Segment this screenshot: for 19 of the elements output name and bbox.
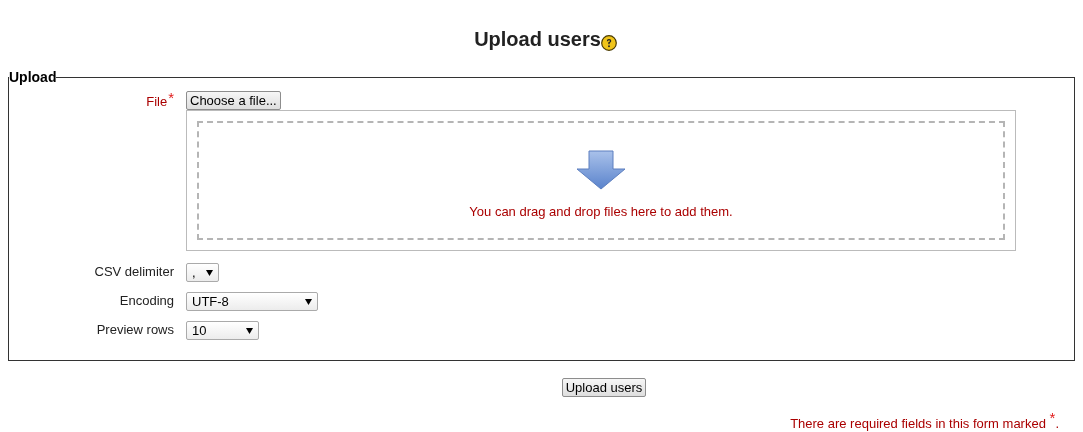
caret-icon (246, 327, 253, 334)
upload-users-button[interactable]: Upload users (561, 378, 647, 397)
field-label: Encoding (119, 293, 174, 308)
caret-icon (305, 298, 312, 305)
field-label: Preview rows (96, 322, 174, 337)
download-arrow-icon (576, 150, 626, 190)
page-title: Upload users (474, 28, 601, 51)
caret-icon (206, 269, 213, 276)
select-dropdown[interactable]: UTF-8 (186, 292, 318, 311)
fieldset-legend: Upload (9, 69, 57, 85)
file-label: File (146, 94, 168, 109)
field-label: CSV delimiter (94, 264, 174, 279)
help-icon[interactable] (600, 34, 617, 51)
dropzone-hint: You can drag and drop files here to add them. (469, 204, 733, 219)
select-dropdown[interactable]: 10 (186, 321, 259, 340)
required-mark: * (168, 89, 174, 106)
choose-file-button[interactable]: Choose a file... (186, 91, 281, 110)
select-dropdown[interactable]: , (186, 263, 219, 282)
dropzone[interactable]: You can drag and drop files here to add them. (186, 110, 1016, 251)
